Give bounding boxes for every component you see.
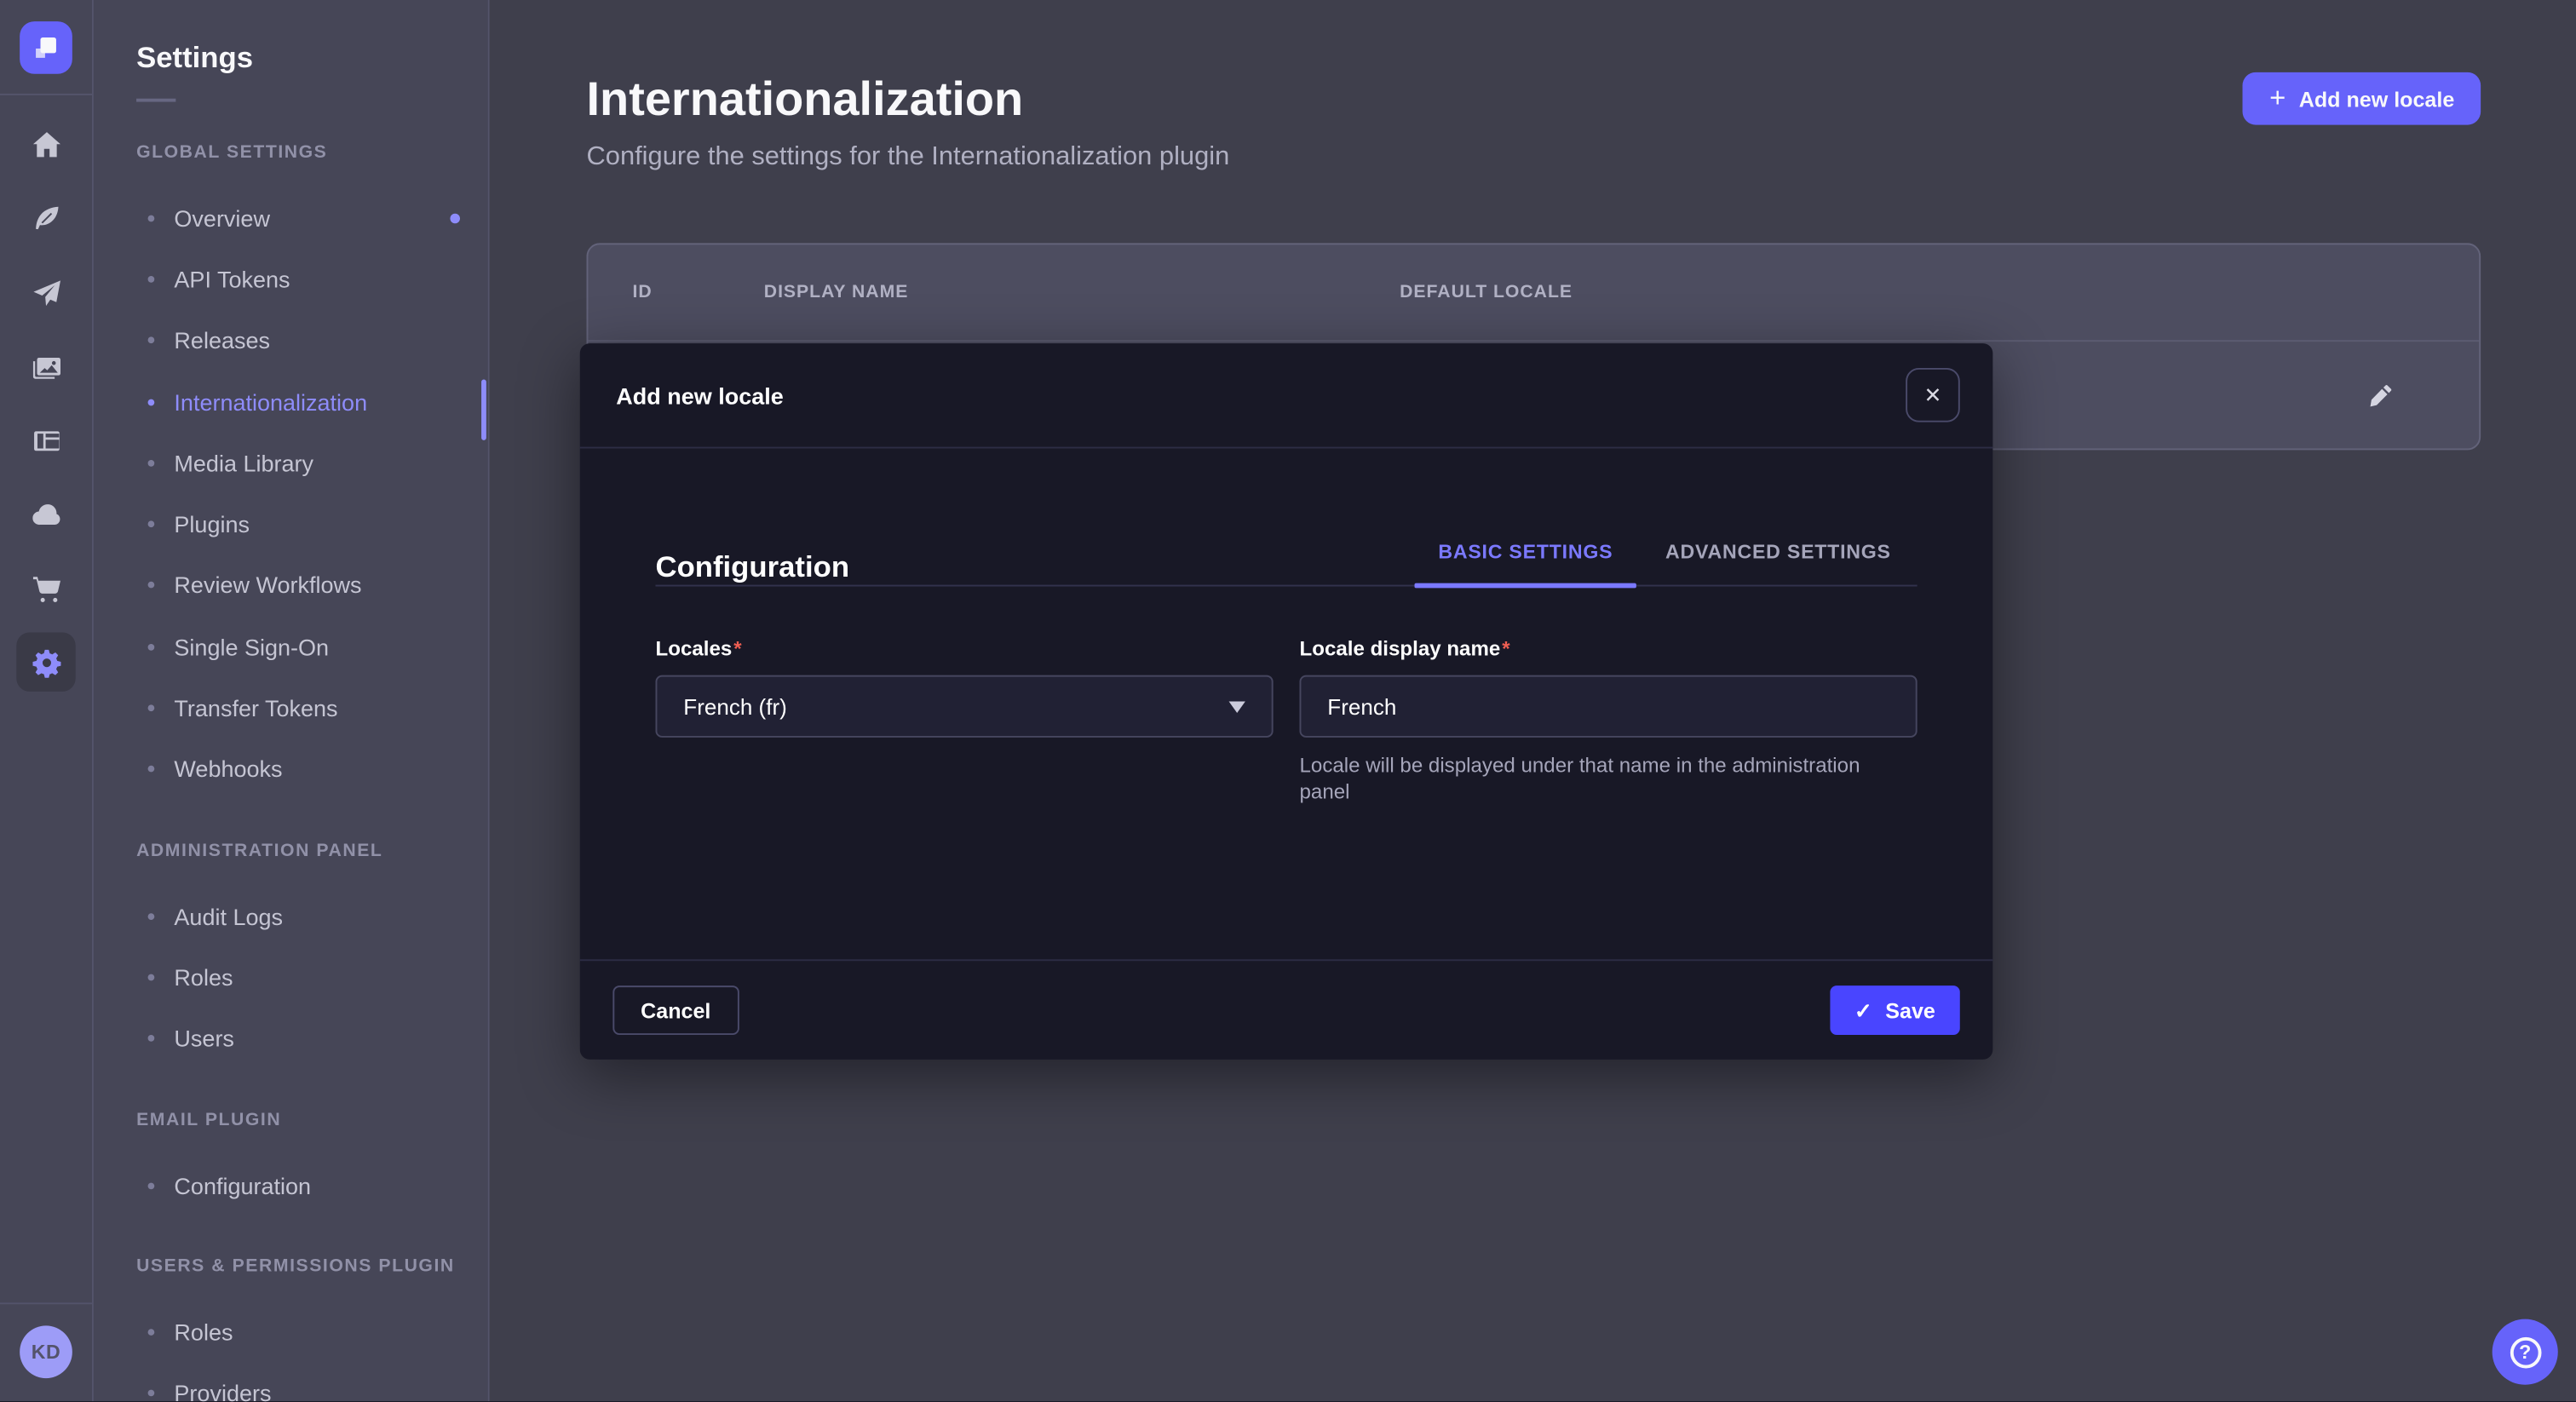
save-button[interactable]: ✓ Save <box>1830 985 1960 1035</box>
tab-basic-settings[interactable]: BASIC SETTINGS <box>1412 540 1640 584</box>
settings-tabs: BASIC SETTINGSADVANCED SETTINGS <box>1412 540 1918 584</box>
modal-header: Add new locale ✕ <box>580 343 1993 448</box>
app-root: KD Settings GLOBAL SETTINGSOverviewAPI T… <box>0 0 2576 1401</box>
display-name-input[interactable] <box>1299 675 1917 738</box>
modal-body: Configuration BASIC SETTINGSADVANCED SET… <box>580 448 1993 804</box>
modal-footer: Cancel ✓ Save <box>580 959 1993 1060</box>
locales-select-value: French (fr) <box>683 694 787 719</box>
close-icon: ✕ <box>1923 384 1941 405</box>
display-name-hint: Locale will be displayed under that name… <box>1299 752 1890 805</box>
locales-select[interactable]: French (fr) <box>655 675 1273 738</box>
required-mark: * <box>733 637 741 660</box>
tab-advanced-settings[interactable]: ADVANCED SETTINGS <box>1639 540 1917 584</box>
modal-title: Add new locale <box>616 382 784 408</box>
tabs-divider <box>655 585 1917 587</box>
close-button[interactable]: ✕ <box>1906 368 1960 422</box>
check-icon: ✓ <box>1854 1000 1872 1021</box>
add-locale-modal: Add new locale ✕ Configuration BASIC SET… <box>580 343 1993 1060</box>
configuration-heading: Configuration <box>655 549 849 584</box>
required-mark: * <box>1502 637 1509 660</box>
cancel-button[interactable]: Cancel <box>612 985 739 1035</box>
display-name-field: Locale display name* Locale will be disp… <box>1299 637 1917 805</box>
display-name-label: Locale display name* <box>1299 637 1917 660</box>
chevron-down-icon <box>1229 701 1245 713</box>
locales-field: Locales* French (fr) <box>655 637 1273 805</box>
locales-label: Locales* <box>655 637 1273 660</box>
